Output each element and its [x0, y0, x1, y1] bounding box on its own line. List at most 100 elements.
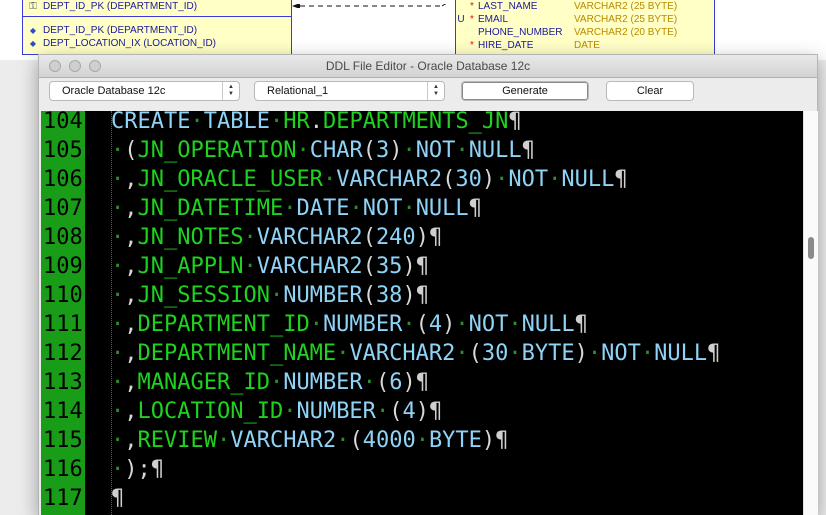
code-line[interactable]: 105 ·(JN_OPERATION·CHAR(3)·NOT·NULL¶: [41, 136, 803, 165]
pilcrow-mark: ¶: [468, 196, 482, 221]
sql-keyword: BYTE: [521, 341, 575, 366]
whitespace-dot: ·: [111, 457, 125, 482]
sql-keyword: NOT: [601, 341, 641, 366]
sql-identifier: JN_DATETIME: [137, 196, 284, 221]
sql-punctuation: ): [574, 341, 588, 366]
code-text: ¶: [111, 484, 124, 513]
pk-constraint-row[interactable]: ⚿ DEPT_ID_PK (DEPARTMENT_ID): [23, 0, 291, 13]
unique-marker: U: [457, 13, 465, 25]
whitespace-dot: ·: [402, 196, 416, 221]
code-text: ·,DEPARTMENT_ID·NUMBER·(4)·NOT·NULL¶: [111, 310, 588, 339]
pilcrow-mark: ¶: [574, 312, 588, 337]
model-select[interactable]: Relational_1 ▲ ▼: [254, 81, 445, 101]
window-titlebar[interactable]: DDL File Editor - Oracle Database 12c: [39, 55, 817, 78]
whitespace-dot: ·: [309, 312, 323, 337]
code-text: ·,MANAGER_ID·NUMBER·(6)¶: [111, 368, 429, 397]
whitespace-dot: ·: [375, 399, 390, 424]
sql-keyword: NULL: [468, 138, 522, 163]
index-label: DEPT_ID_PK (DEPARTMENT_ID): [43, 24, 198, 36]
sql-keyword: VARCHAR2: [256, 254, 363, 279]
sql-identifier: JN_OPERATION: [137, 138, 297, 163]
whitespace-dot: ·: [269, 283, 284, 308]
index-label: DEPT_LOCATION_IX (LOCATION_ID): [43, 37, 216, 49]
whitespace-dot: ·: [111, 196, 125, 221]
code-line[interactable]: 110 ·,JN_SESSION·NUMBER(38)¶: [41, 281, 803, 310]
code-line[interactable]: 107 ·,JN_DATETIME·DATE·NOT·NULL¶: [41, 194, 803, 223]
code-line[interactable]: 115 ·,REVIEW·VARCHAR2·(4000·BYTE)¶: [41, 426, 803, 455]
pilcrow-mark: ¶: [614, 167, 628, 192]
sql-identifier: JN_ORACLE_USER: [137, 167, 323, 192]
sql-punctuation: ,: [124, 341, 138, 366]
employees-entity[interactable]: * LAST_NAME VARCHAR2 (25 BYTE) U * EMAIL…: [455, 0, 715, 55]
sql-keyword: NULL: [561, 167, 615, 192]
whitespace-dot: ·: [111, 225, 125, 250]
whitespace-dot: ·: [508, 341, 522, 366]
code-line[interactable]: 108 ·,JN_NOTES·VARCHAR2(240)¶: [41, 223, 803, 252]
pilcrow-mark: ¶: [428, 225, 443, 250]
index-row[interactable]: ◆ DEPT_ID_PK (DEPARTMENT_ID): [23, 24, 291, 37]
column-type: VARCHAR2 (25 BYTE): [574, 13, 678, 25]
code-line[interactable]: 112 ·,DEPARTMENT_NAME·VARCHAR2·(30·BYTE)·…: [41, 339, 803, 368]
sql-keyword: TABLE: [203, 111, 270, 134]
sql-number: 6: [389, 370, 403, 395]
vertical-scrollbar[interactable]: [803, 111, 818, 515]
code-line[interactable]: 114 ·,LOCATION_ID·NUMBER·(4)¶: [41, 397, 803, 426]
line-number: 108: [43, 225, 83, 250]
column-type: VARCHAR2 (25 BYTE): [574, 0, 678, 12]
database-select[interactable]: Oracle Database 12c ▲ ▼: [49, 81, 240, 101]
updown-chevron-icon: ▲ ▼: [222, 82, 239, 100]
code-line[interactable]: 111 ·,DEPARTMENT_ID·NUMBER·(4)·NOT·NULL¶: [41, 310, 803, 339]
line-number: 111: [43, 312, 83, 337]
sql-punctuation: ,: [124, 167, 138, 192]
clear-button[interactable]: Clear: [606, 81, 694, 101]
column-type: DATE: [574, 39, 600, 51]
whitespace-dot: ·: [111, 138, 125, 163]
er-diagram-canvas[interactable]: ⚿ DEPT_ID_PK (DEPARTMENT_ID) ◆ DEPT_ID_P…: [0, 0, 826, 60]
code-text: ·,JN_NOTES·VARCHAR2(240)¶: [111, 223, 442, 252]
generate-button[interactable]: Generate: [461, 81, 589, 101]
whitespace-dot: ·: [111, 370, 125, 395]
pilcrow-mark: ¶: [415, 370, 429, 395]
whitespace-dot: ·: [402, 312, 416, 337]
ddl-code-editor[interactable]: 104 CREATE·TABLE·HR.DEPARTMENTS_JN¶ 105 ·(J…: [41, 111, 803, 515]
code-line[interactable]: 113 ·,MANAGER_ID·NUMBER·(6)¶: [41, 368, 803, 397]
sql-punctuation: ): [481, 167, 496, 192]
sql-keyword: CREATE: [111, 111, 191, 134]
sql-identifier: JN_APPLN: [137, 254, 244, 279]
sql-number: 30: [455, 167, 482, 192]
sql-keyword: NULL: [654, 341, 708, 366]
index-row[interactable]: ◆ DEPT_LOCATION_IX (LOCATION_ID): [23, 37, 291, 50]
column-row[interactable]: * LAST_NAME VARCHAR2 (25 BYTE): [456, 0, 714, 13]
departments-entity[interactable]: ⚿ DEPT_ID_PK (DEPARTMENT_ID) ◆ DEPT_ID_P…: [22, 0, 292, 55]
sql-punctuation: ): [415, 225, 429, 250]
column-name: HIRE_DATE: [478, 39, 534, 51]
sql-keyword: VARCHAR2: [349, 341, 456, 366]
code-line[interactable]: 104 CREATE·TABLE·HR.DEPARTMENTS_JN¶: [41, 111, 803, 136]
scrollbar-thumb[interactable]: [808, 237, 814, 259]
column-name: LAST_NAME: [478, 0, 538, 12]
code-line[interactable]: 117 ¶: [41, 484, 803, 513]
sql-punctuation: ): [402, 254, 416, 279]
whitespace-dot: ·: [402, 138, 416, 163]
code-line[interactable]: 109 ·,JN_APPLN·VARCHAR2(35)¶: [41, 252, 803, 281]
code-text: ·,JN_ORACLE_USER·VARCHAR2(30)·NOT·NULL¶: [111, 165, 628, 194]
code-line[interactable]: 106 ·,JN_ORACLE_USER·VARCHAR2(30)·NOT·NUL…: [41, 165, 803, 194]
column-row[interactable]: * HIRE_DATE DATE: [456, 39, 714, 52]
line-number: 107: [43, 196, 83, 221]
code-line[interactable]: 116 ·);¶: [41, 455, 803, 484]
code-text: ·,DEPARTMENT_NAME·VARCHAR2·(30·BYTE)·NOT…: [111, 339, 720, 368]
column-row[interactable]: U * EMAIL VARCHAR2 (25 BYTE): [456, 13, 714, 26]
whitespace-dot: ·: [296, 138, 310, 163]
sql-punctuation: ,: [124, 370, 138, 395]
whitespace-dot: ·: [455, 312, 469, 337]
sql-keyword: NULL: [521, 312, 575, 337]
pilcrow-mark: ¶: [428, 399, 443, 424]
relation-line[interactable]: [290, 4, 452, 8]
sql-punctuation: (: [362, 254, 376, 279]
column-row[interactable]: PHONE_NUMBER VARCHAR2 (20 BYTE): [456, 26, 714, 39]
line-number: 117: [43, 486, 83, 511]
pilcrow-mark: ¶: [415, 283, 429, 308]
mandatory-marker: *: [470, 13, 474, 25]
sql-keyword: NOT: [468, 312, 509, 337]
code-text: ·,JN_DATETIME·DATE·NOT·NULL¶: [111, 194, 482, 223]
